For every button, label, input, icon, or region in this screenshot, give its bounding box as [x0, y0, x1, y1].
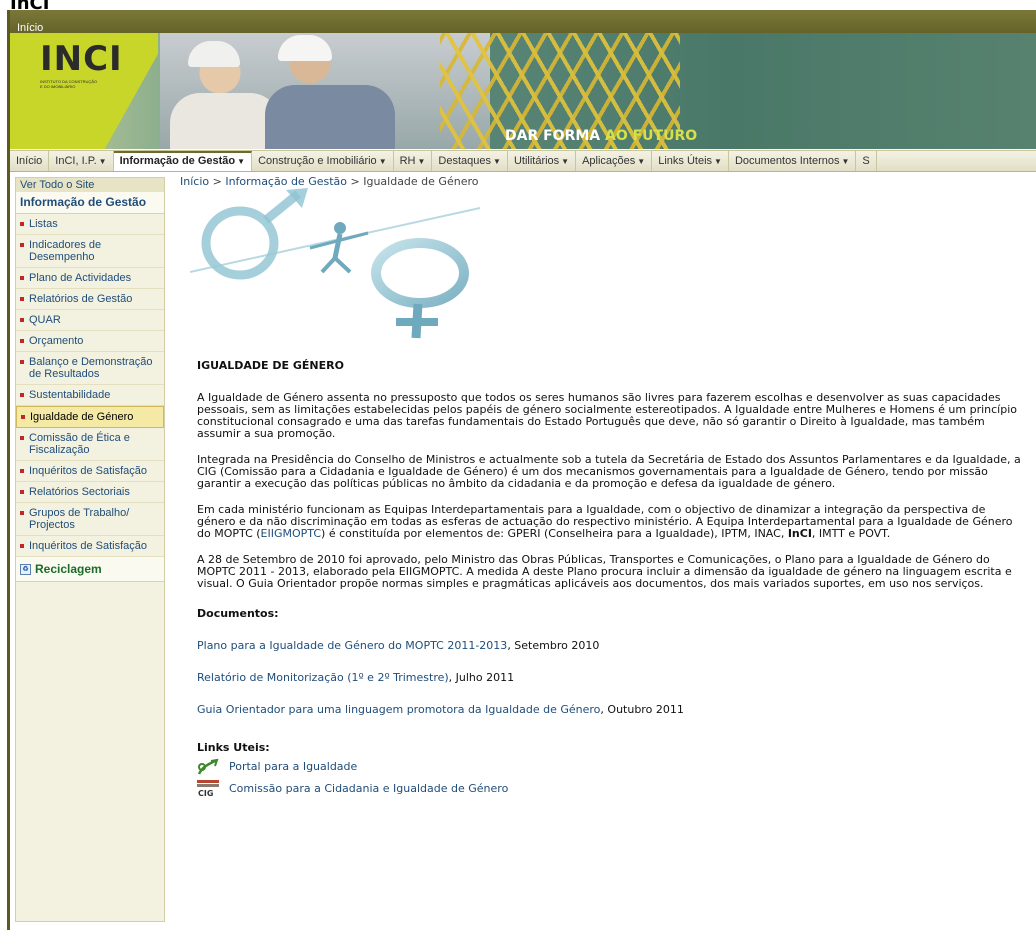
- eiigmoptc-link[interactable]: EIIGMOPTC: [261, 527, 322, 540]
- sidebar-item-orcamento[interactable]: Orçamento: [16, 331, 164, 352]
- nav-item-documentos-internos[interactable]: Documentos Internos ▼: [729, 151, 857, 171]
- nav-item-more[interactable]: S: [856, 151, 877, 171]
- recycle-bin-icon: ♻: [20, 564, 31, 576]
- chevron-down-icon: ▼: [714, 157, 722, 166]
- sidebar-item-comissao-etica[interactable]: Comissão de Ética e Fiscalização: [16, 428, 164, 461]
- chevron-down-icon: ▼: [98, 157, 107, 166]
- chevron-down-icon: ▼: [841, 157, 850, 166]
- header-banner: INCI INSTITUTO DA CONSTRUÇÃO E DO IMOBIL…: [10, 33, 1036, 149]
- useful-link-row: CIG Comissão para a Cidadania e Igualdad…: [197, 780, 1027, 798]
- logo-subtitle: INSTITUTO DA CONSTRUÇÃO E DO IMOBILIÁRIO: [40, 79, 98, 89]
- sidebar-item-listas[interactable]: Listas: [16, 214, 164, 235]
- sidebar-list: Listas Indicadores de Desempenho Plano d…: [16, 214, 164, 557]
- nav-item-construcao[interactable]: Construção e Imobiliário ▼: [252, 151, 394, 171]
- cig-logo-icon: CIG: [197, 780, 219, 798]
- main-content: IGUALDADE DE GÉNERO A Igualdade de Géner…: [197, 360, 1027, 802]
- sidebar-item-balanco[interactable]: Balanço e Demonstração de Resultados: [16, 352, 164, 385]
- useful-links-heading: Links Uteis:: [197, 741, 270, 754]
- paragraph-1: A Igualdade de Género assenta no pressup…: [197, 391, 1017, 440]
- sidebar-item-relatorios-sectoriais[interactable]: Relatórios Sectoriais: [16, 482, 164, 503]
- sidebar-heading[interactable]: Informação de Gestão: [16, 192, 164, 214]
- sidebar-item-plano-actividades[interactable]: Plano de Actividades: [16, 268, 164, 289]
- banner-slogan: DAR FORMA AO FUTURO: [505, 128, 698, 144]
- sidebar-item-relatorios-gestao[interactable]: Relatórios de Gestão: [16, 289, 164, 310]
- nav-item-rh[interactable]: RH ▼: [394, 151, 433, 171]
- document-link-relatorio[interactable]: Relatório de Monitorização (1º e 2º Trim…: [197, 671, 449, 684]
- breadcrumb-section[interactable]: Informação de Gestão: [225, 175, 347, 188]
- document-item: Plano para a Igualdade de Género do MOPT…: [197, 639, 600, 652]
- svg-text:CIG: CIG: [198, 789, 213, 798]
- sidebar-item-quar[interactable]: QUAR: [16, 310, 164, 331]
- chevron-down-icon: ▼: [637, 157, 646, 166]
- chevron-down-icon: ▼: [493, 157, 501, 166]
- recycle-bin-link[interactable]: ♻ Reciclagem: [16, 557, 164, 582]
- document-item: Relatório de Monitorização (1º e 2º Trim…: [197, 671, 515, 684]
- inci-logo[interactable]: INCI: [40, 39, 123, 79]
- content-title: IGUALDADE DE GÉNERO: [197, 359, 344, 372]
- gender-equality-illustration: [190, 188, 480, 339]
- nav-item-utilitarios[interactable]: Utilitários ▼: [508, 151, 577, 171]
- nav-item-destaques[interactable]: Destaques ▼: [432, 151, 508, 171]
- sidebar-item-inqueritos-satisfacao-2[interactable]: Inquéritos de Satisfação: [16, 536, 164, 557]
- chevron-down-icon: ▼: [237, 157, 246, 166]
- nav-item-aplicacoes[interactable]: Aplicações ▼: [576, 151, 653, 171]
- nav-item-links-uteis[interactable]: Links Úteis ▼: [652, 151, 729, 171]
- sidebar-item-grupos-trabalho[interactable]: Grupos de Trabalho/ Projectos: [16, 503, 164, 536]
- chevron-down-icon: ▼: [417, 157, 426, 166]
- chevron-down-icon: ▼: [561, 157, 570, 166]
- portal-igualdade-link[interactable]: Portal para a Igualdade: [229, 761, 357, 773]
- top-navigation: Início InCI, I.P. ▼ Informação de Gestão ▼ Co…: [10, 150, 1036, 172]
- nav-item-inci[interactable]: InCI, I.P. ▼: [49, 151, 114, 171]
- documents-heading: Documentos:: [197, 607, 279, 620]
- useful-link-row: Portal para a Igualdade: [197, 758, 1027, 776]
- left-sidebar: Ver Todo o Site Informação de Gestão Lis…: [15, 177, 165, 922]
- document-link-guia[interactable]: Guia Orientador para uma linguagem promo…: [197, 703, 600, 716]
- sidebar-item-inqueritos-satisfacao[interactable]: Inquéritos de Satisfação: [16, 461, 164, 482]
- document-item: Guia Orientador para uma linguagem promo…: [197, 703, 684, 716]
- paragraph-4: A 28 de Setembro de 2010 foi aprovado, p…: [197, 553, 1012, 590]
- cig-link[interactable]: Comissão para a Cidadania e Igualdade de…: [229, 783, 508, 795]
- portal-igualdade-icon: [197, 758, 219, 775]
- breadcrumb-current: Igualdade de Género: [363, 175, 479, 188]
- sidebar-item-indicadores[interactable]: Indicadores de Desempenho: [16, 235, 164, 268]
- document-link-plano[interactable]: Plano para a Igualdade de Género do MOPT…: [197, 639, 507, 652]
- nav-item-inicio[interactable]: Início: [10, 151, 50, 171]
- paragraph-2: Integrada na Presidência do Conselho de …: [197, 453, 1021, 490]
- chevron-down-icon: ▼: [378, 157, 387, 166]
- view-all-site-link[interactable]: Ver Todo o Site: [16, 178, 164, 192]
- breadcrumb: Início > Informação de Gestão > Igualdad…: [180, 175, 479, 188]
- breadcrumb-home[interactable]: Início: [180, 175, 209, 188]
- sidebar-item-sustentabilidade[interactable]: Sustentabilidade: [16, 385, 164, 406]
- paragraph-3: Em cada ministério funcionam as Equipas …: [197, 503, 1013, 540]
- sidebar-item-igualdade-genero[interactable]: Igualdade de Género: [16, 406, 164, 428]
- nav-item-informacao-gestao[interactable]: Informação de Gestão ▼: [113, 151, 253, 171]
